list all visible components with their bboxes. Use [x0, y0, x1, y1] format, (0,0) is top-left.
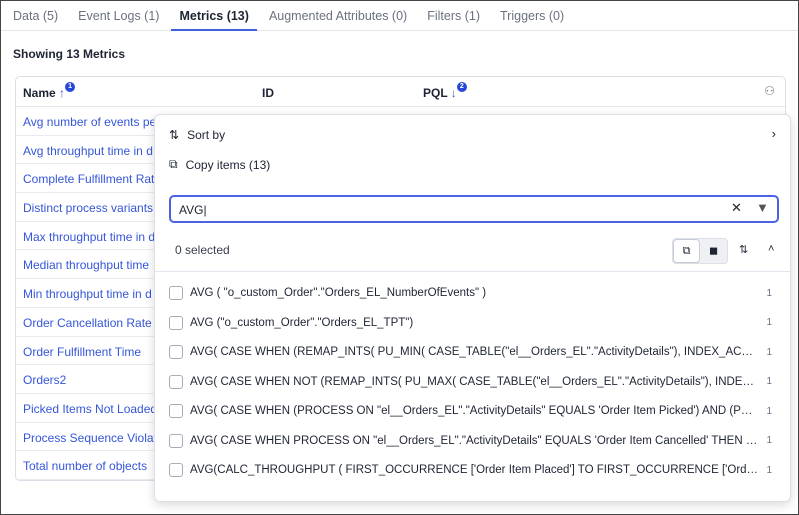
checkbox[interactable]: [169, 286, 183, 300]
tab-bar: Data (5) Event Logs (1) Metrics (13) Aug…: [1, 1, 798, 31]
tab-filters[interactable]: Filters (1): [419, 1, 488, 31]
table-header: Name ↑ 1 ID PQL ↓ 2 ⚇: [16, 77, 785, 107]
option-count: 1: [766, 346, 772, 358]
option-count: 1: [766, 435, 772, 446]
tab-augmented-attributes[interactable]: Augmented Attributes (0): [261, 1, 415, 31]
chevron-right-icon[interactable]: ›: [772, 126, 776, 141]
option-text: AVG( CASE WHEN NOT (REMAP_INTS( PU_MAX( …: [190, 375, 758, 388]
clear-search-icon[interactable]: ✕: [731, 200, 742, 216]
checkbox[interactable]: [169, 404, 183, 418]
sort-order-badge: 2: [456, 82, 467, 92]
selection-mode-toggle: ⧉ ◼: [672, 238, 728, 264]
select-all-icon[interactable]: ⧉: [673, 239, 701, 263]
column-name[interactable]: Name ↑ 1: [23, 82, 76, 100]
copy-icon: ⧉: [169, 157, 178, 171]
search-value: AVG: [179, 203, 204, 217]
column-id[interactable]: ID: [262, 86, 274, 100]
option-count: 1: [766, 317, 772, 328]
checkbox[interactable]: [169, 374, 183, 389]
filter-option[interactable]: AVG ("o_custom_Order"."Orders_EL_TPT") 1: [169, 313, 772, 333]
option-count: 1: [766, 287, 772, 299]
sort-alpha-icon[interactable]: ⇅: [739, 243, 748, 256]
sort-desc-icon: ↓: [450, 86, 457, 100]
option-count: 1: [766, 405, 772, 417]
option-text: AVG ( "o_custom_Order"."Orders_EL_Number…: [190, 287, 487, 299]
tab-data[interactable]: Data (5): [5, 1, 66, 31]
column-settings-icon[interactable]: ⚇: [764, 84, 775, 98]
tab-triggers[interactable]: Triggers (0): [492, 1, 572, 31]
option-count: 1: [766, 376, 772, 387]
sort-by-label: Sort by: [187, 128, 226, 142]
search-input[interactable]: AVG|: [169, 195, 779, 223]
showing-count: Showing 13 Metrics: [13, 47, 126, 61]
copy-items-label: Copy items (13): [185, 157, 271, 172]
column-filter-popup: ⇅ Sort by › ⧉ Copy items (13) AVG| ✕ ▼ 0 s…: [154, 114, 791, 502]
tab-metrics[interactable]: Metrics (13): [171, 1, 257, 31]
filter-option[interactable]: AVG( CASE WHEN (PROCESS ON "el__Orders_E…: [169, 401, 772, 421]
deselect-all-icon[interactable]: ◼: [700, 239, 727, 263]
checkbox[interactable]: [169, 345, 183, 359]
option-text: AVG( CASE WHEN PROCESS ON "el__Orders_EL…: [190, 434, 759, 447]
option-text: AVG( CASE WHEN (REMAP_INTS( PU_MIN( CASE…: [190, 346, 758, 358]
sort-order-badge: 1: [65, 82, 76, 92]
column-pql-label: PQL: [423, 86, 448, 100]
divider: [155, 271, 790, 272]
chevron-up-icon[interactable]: ˄: [768, 243, 774, 255]
checkbox[interactable]: [169, 315, 183, 330]
selected-count: 0 selected: [175, 243, 230, 257]
sort-by-menu-item[interactable]: ⇅ Sort by: [169, 128, 225, 142]
column-pql[interactable]: PQL ↓ 2: [423, 82, 467, 100]
copy-items-menu-item[interactable]: ⧉ Copy items (13): [169, 157, 270, 172]
sort-icon: ⇅: [169, 128, 180, 142]
option-text: AVG( CASE WHEN (PROCESS ON "el__Orders_E…: [190, 405, 759, 417]
filter-option[interactable]: AVG(CALC_THROUGHPUT ( FIRST_OCCURRENCE […: [169, 460, 772, 480]
filter-option[interactable]: AVG ( "o_custom_Order"."Orders_EL_Number…: [169, 283, 772, 303]
option-text: AVG(CALC_THROUGHPUT ( FIRST_OCCURRENCE […: [190, 464, 758, 476]
option-text: AVG ("o_custom_Order"."Orders_EL_TPT"): [190, 316, 414, 329]
option-count: 1: [766, 464, 772, 476]
filter-icon[interactable]: ▼: [756, 200, 769, 215]
tab-event-logs[interactable]: Event Logs (1): [70, 1, 167, 31]
filter-option[interactable]: AVG( CASE WHEN NOT (REMAP_INTS( PU_MAX( …: [169, 372, 772, 392]
filter-option[interactable]: AVG( CASE WHEN PROCESS ON "el__Orders_EL…: [169, 431, 772, 451]
checkbox[interactable]: [169, 463, 183, 477]
column-name-label: Name: [23, 86, 56, 100]
checkbox[interactable]: [169, 433, 183, 448]
filter-option[interactable]: AVG( CASE WHEN (REMAP_INTS( PU_MIN( CASE…: [169, 342, 772, 362]
